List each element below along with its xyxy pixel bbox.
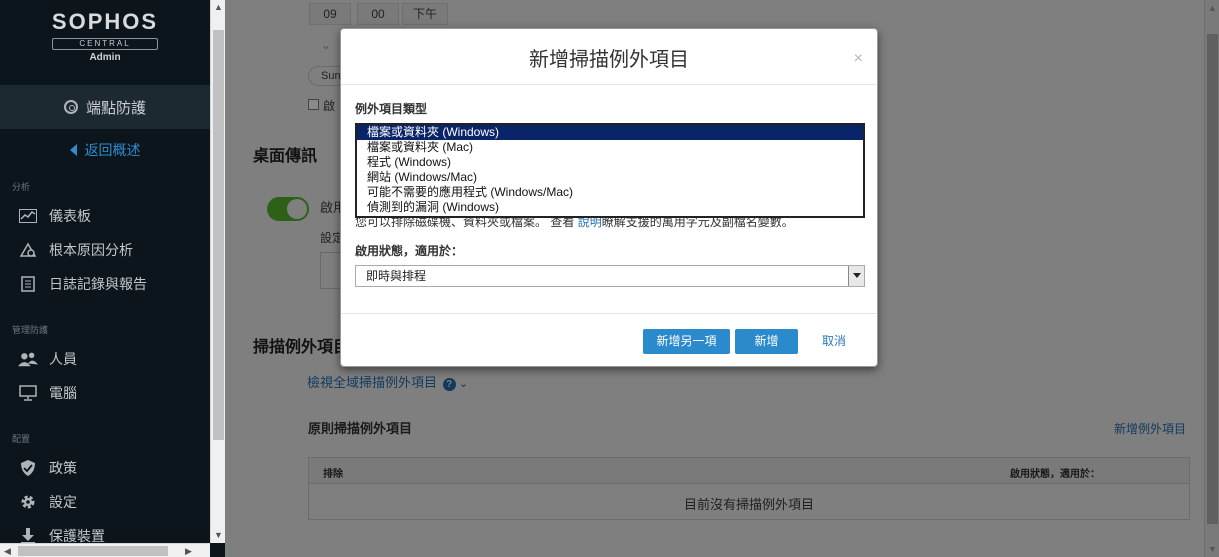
scroll-left-icon[interactable]: ◀ — [4, 546, 11, 556]
download-icon — [18, 528, 38, 543]
scroll-right-icon[interactable]: ▶ — [185, 546, 192, 556]
sidebar-item-settings[interactable]: 設定 — [18, 490, 77, 514]
view-global-exclusions-link[interactable]: 檢視全域掃描例外項目 ? ⌄ — [307, 372, 468, 391]
exclusions-table: 排除 啟用狀態，適用於： 目前沒有掃描例外項目 — [308, 457, 1190, 520]
help-icon[interactable]: ? — [442, 378, 456, 391]
type-option[interactable]: 偵測到的漏洞 (Windows) — [357, 200, 863, 215]
hour-field[interactable]: 09 — [309, 3, 351, 25]
sidebar-item-logs-reports[interactable]: 日誌記錄與報告 — [18, 272, 147, 296]
sidebar: SOPHOS CENTRAL Admin 端點防護 返回概述 分析 儀表板 根本… — [0, 0, 225, 557]
add-another-button[interactable]: 新增另一項 — [643, 329, 730, 354]
desktop-messaging-toggle[interactable] — [267, 197, 309, 221]
active-for-value: 即時與排程 — [366, 269, 427, 283]
desktop-messaging-heading: 桌面傳訊 — [253, 148, 318, 165]
type-option[interactable]: 檔案或資料夾 (Windows) — [357, 125, 863, 140]
type-option[interactable]: 可能不需要的應用程式 (Windows/Mac) — [357, 185, 863, 200]
active-for-label: 啟用狀態，適用於： — [355, 244, 464, 258]
sidebar-item-computers[interactable]: 電腦 — [18, 381, 77, 405]
add-button[interactable]: 新增 — [735, 329, 798, 354]
empty-table-message: 目前沒有掃描例外項目 — [683, 497, 814, 512]
checkbox-label: 啟 — [323, 99, 336, 113]
footer-divider — [341, 313, 877, 314]
dropdown-arrow-icon[interactable] — [848, 266, 864, 286]
add-exclusion-link[interactable]: 新增例外項目 — [1114, 420, 1186, 437]
sophos-logo[interactable]: SOPHOS CENTRAL Admin — [0, 10, 210, 63]
type-option[interactable]: 程式 (Windows) — [357, 155, 863, 170]
sidebar-horizontal-scrollbar[interactable]: ◀ ▶ — [0, 543, 210, 557]
endpoint-protection-icon — [63, 100, 78, 114]
col-active-for: 啟用狀態，適用於： — [1010, 469, 1100, 480]
back-arrow-icon — [69, 144, 77, 156]
dialog-title: 新增掃描例外項目 — [529, 49, 689, 71]
header-divider — [341, 84, 877, 85]
sidebar-item-policies[interactable]: 政策 — [18, 456, 77, 480]
logo-central: CENTRAL — [52, 38, 158, 50]
magnifier-icon — [18, 242, 38, 258]
main-vertical-scrollbar[interactable]: ▲ ▼ — [1204, 0, 1219, 557]
scrollbar-thumb[interactable] — [1207, 34, 1218, 524]
product-name: 端點防護 — [85, 99, 146, 117]
back-to-overview-link[interactable]: 返回概述 — [0, 138, 210, 162]
monitor-icon — [18, 385, 38, 401]
section-manage: 管理防護 — [12, 325, 49, 335]
active-for-select[interactable]: 即時與排程 — [355, 265, 865, 287]
logo-role: Admin — [89, 52, 121, 63]
view-global-label: 檢視全域掃描例外項目 — [307, 375, 438, 390]
policy-exclusions-heading: 原則掃描例外項目 — [308, 421, 413, 436]
scroll-down-icon[interactable]: ▼ — [1208, 544, 1217, 554]
exclusion-type-listbox[interactable]: 檔案或資料夾 (Windows) 檔案或資料夾 (Mac) 程式 (Window… — [355, 123, 865, 218]
minute-field[interactable]: 00 — [357, 3, 399, 25]
sidebar-item-label: 保護裝置 — [49, 528, 105, 543]
dashboard-icon — [18, 208, 38, 224]
people-icon — [18, 351, 38, 367]
sidebar-vertical-scrollbar[interactable]: ▲ ▼ — [210, 0, 225, 543]
type-option[interactable]: 檔案或資料夾 (Mac) — [357, 140, 863, 155]
exclusion-type-label: 例外項目類型 — [355, 102, 428, 116]
sidebar-item-label: 日誌記錄與報告 — [49, 276, 147, 292]
close-icon[interactable]: × — [854, 51, 863, 67]
sidebar-content: SOPHOS CENTRAL Admin 端點防護 返回概述 分析 儀表板 根本… — [0, 0, 210, 543]
scan-exclusions-heading: 掃描例外項目 — [253, 339, 350, 356]
sidebar-item-protect-devices[interactable]: 保護裝置 — [18, 524, 105, 543]
scrollbar-thumb[interactable] — [213, 30, 224, 440]
scroll-up-icon[interactable]: ▲ — [1208, 3, 1217, 13]
product-header[interactable]: 端點防護 — [0, 85, 210, 129]
sidebar-item-label: 根本原因分析 — [49, 242, 133, 258]
cancel-button[interactable]: 取消 — [822, 329, 846, 354]
sidebar-item-label: 設定 — [49, 494, 77, 510]
sidebar-item-root-cause[interactable]: 根本原因分析 — [18, 238, 133, 262]
add-scan-exclusion-dialog: 新增掃描例外項目 × 例外項目類型 您可以排除磁碟機、資料夾或檔案。 查看 說明… — [340, 28, 878, 367]
logo-brand: SOPHOS — [51, 9, 159, 34]
scrollbar-thumb[interactable] — [18, 546, 168, 556]
scroll-up-icon[interactable]: ▲ — [214, 2, 223, 12]
shield-icon — [18, 460, 38, 476]
scroll-down-icon[interactable]: ▼ — [214, 530, 223, 540]
chevron-down-icon[interactable]: ⌄ — [459, 379, 467, 390]
back-link-label: 返回概述 — [84, 142, 141, 158]
ampm-field[interactable]: 下午 — [402, 3, 448, 25]
enable-checkbox[interactable] — [308, 99, 319, 110]
sidebar-item-people[interactable]: 人員 — [18, 347, 77, 371]
sidebar-item-label: 電腦 — [49, 385, 77, 401]
sidebar-item-label: 人員 — [49, 351, 77, 367]
chevron-down-icon[interactable]: ⌄ — [321, 38, 331, 52]
type-option[interactable]: 網站 (Windows/Mac) — [357, 170, 863, 185]
sidebar-item-label: 儀表板 — [49, 208, 91, 224]
section-configure: 配置 — [12, 434, 31, 444]
sidebar-item-dashboard[interactable]: 儀表板 — [18, 204, 91, 228]
section-analysis: 分析 — [12, 182, 31, 192]
gear-icon — [18, 494, 38, 510]
report-icon — [18, 276, 38, 292]
toggle-knob — [287, 199, 307, 219]
sidebar-item-label: 政策 — [49, 460, 77, 476]
table-header: 排除 啟用狀態，適用於： — [309, 458, 1189, 484]
col-exclusion: 排除 — [323, 469, 343, 480]
